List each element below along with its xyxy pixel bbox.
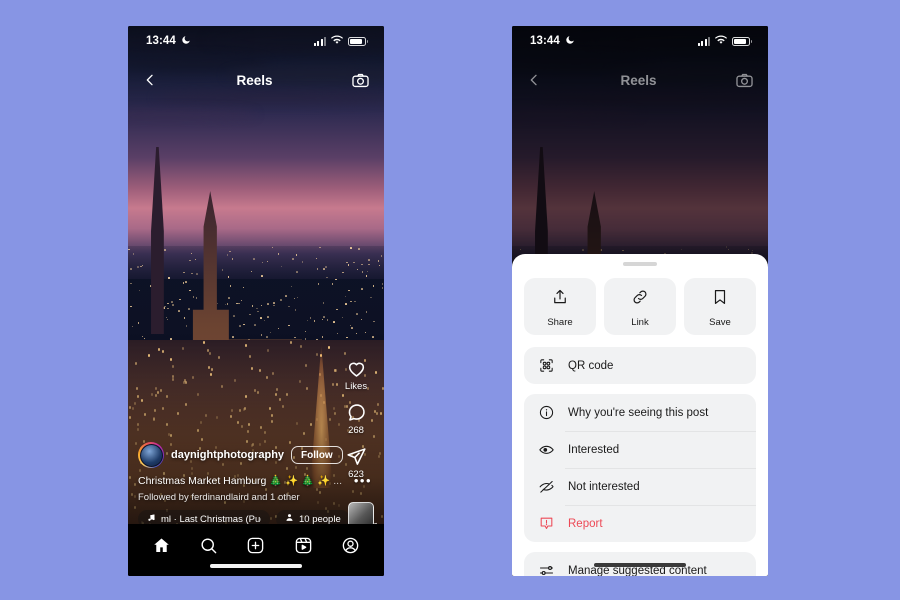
comment-count: 268 xyxy=(348,425,364,436)
camera-icon[interactable] xyxy=(735,71,754,90)
menu-group: QR code xyxy=(524,347,756,384)
back-button[interactable] xyxy=(142,72,158,88)
cellular-signal-icon xyxy=(313,36,326,46)
bookmark-icon xyxy=(711,288,729,311)
battery-icon xyxy=(348,36,368,46)
qr-code-icon xyxy=(537,357,556,374)
page-title: Reels xyxy=(620,72,657,88)
qr-code-label: QR code xyxy=(568,359,614,372)
status-bar: 13:44 xyxy=(512,26,768,56)
tab-profile[interactable] xyxy=(337,532,364,559)
status-time: 13:44 xyxy=(146,35,176,47)
drag-handle[interactable] xyxy=(623,262,657,266)
report-label: Report xyxy=(568,517,603,530)
battery-icon xyxy=(732,36,752,46)
status-bar: 13:44 xyxy=(128,26,384,56)
tab-create[interactable] xyxy=(242,532,269,559)
report-warning-icon xyxy=(537,515,556,532)
link-icon xyxy=(631,288,649,311)
eye-off-icon xyxy=(537,478,556,495)
caption-text: Christmas Market Hamburg 🎄 ✨ 🎄 ✨ xyxy=(138,475,331,487)
eye-icon xyxy=(537,441,556,458)
options-bottom-sheet: Share Link Save QR code Why you're seein… xyxy=(512,254,768,576)
not-interested-label: Not interested xyxy=(568,480,640,493)
crescent-moon-icon xyxy=(181,35,191,48)
save-tile[interactable]: Save xyxy=(684,278,756,335)
quick-actions: Share Link Save xyxy=(524,278,756,335)
home-indicator xyxy=(210,564,302,568)
phone-right: 13:44 Reels Share Link Save QR code Why … xyxy=(512,26,768,576)
tab-search[interactable] xyxy=(195,532,222,559)
qr-code-row[interactable]: QR code xyxy=(524,347,756,384)
link-tile-label: Link xyxy=(631,317,649,328)
caption-more[interactable]: ... xyxy=(333,475,342,487)
people-count: 10 people xyxy=(299,513,341,525)
report-row[interactable]: Report xyxy=(524,505,756,542)
caption[interactable]: Christmas Market Hamburg 🎄 ✨ 🎄 ✨ ... xyxy=(138,474,374,487)
menu-group: Why you're seeing this post Interested N… xyxy=(524,394,756,542)
page-title: Reels xyxy=(236,72,273,88)
share-upload-icon xyxy=(551,288,569,311)
sliders-icon xyxy=(537,562,556,576)
app-header: Reels xyxy=(512,62,768,98)
camera-icon[interactable] xyxy=(351,71,370,90)
bottom-tab-bar xyxy=(128,524,384,576)
tab-reels[interactable] xyxy=(290,532,317,559)
why-seeing-row[interactable]: Why you're seeing this post xyxy=(524,394,756,431)
screenshot-stage: 13:44 Reels Likes 268 623 ••• daynightph… xyxy=(0,0,900,600)
like-count: Likes xyxy=(344,381,368,392)
save-tile-label: Save xyxy=(709,317,731,328)
interested-row[interactable]: Interested xyxy=(524,431,756,468)
link-tile[interactable]: Link xyxy=(604,278,676,335)
reel-info: daynightphotography Follow Christmas Mar… xyxy=(128,442,384,530)
audio-title: ml · Last Christmas (Puddin xyxy=(161,513,261,525)
user-row: daynightphotography Follow xyxy=(138,442,374,468)
wifi-icon xyxy=(331,32,343,50)
back-button[interactable] xyxy=(526,72,542,88)
home-indicator xyxy=(594,563,686,567)
status-time: 13:44 xyxy=(530,35,560,47)
like-button[interactable]: Likes xyxy=(345,358,367,392)
avatar[interactable] xyxy=(138,442,164,468)
wifi-icon xyxy=(715,32,727,50)
followed-by[interactable]: Followed by ferdinandlaird and 1 other xyxy=(138,492,374,503)
follow-button[interactable]: Follow xyxy=(291,446,343,464)
share-tile[interactable]: Share xyxy=(524,278,596,335)
tab-home[interactable] xyxy=(148,532,175,559)
info-circle-icon xyxy=(537,404,556,421)
cellular-signal-icon xyxy=(697,36,710,46)
interested-label: Interested xyxy=(568,443,620,456)
username[interactable]: daynightphotography xyxy=(171,449,284,461)
app-header: Reels xyxy=(128,62,384,98)
phone-left: 13:44 Reels Likes 268 623 ••• daynightph… xyxy=(128,26,384,576)
comment-button[interactable]: 268 xyxy=(346,402,367,436)
share-tile-label: Share xyxy=(547,317,573,328)
crescent-moon-icon xyxy=(565,35,575,48)
why-seeing-label: Why you're seeing this post xyxy=(568,406,709,419)
not-interested-row[interactable]: Not interested xyxy=(524,468,756,505)
